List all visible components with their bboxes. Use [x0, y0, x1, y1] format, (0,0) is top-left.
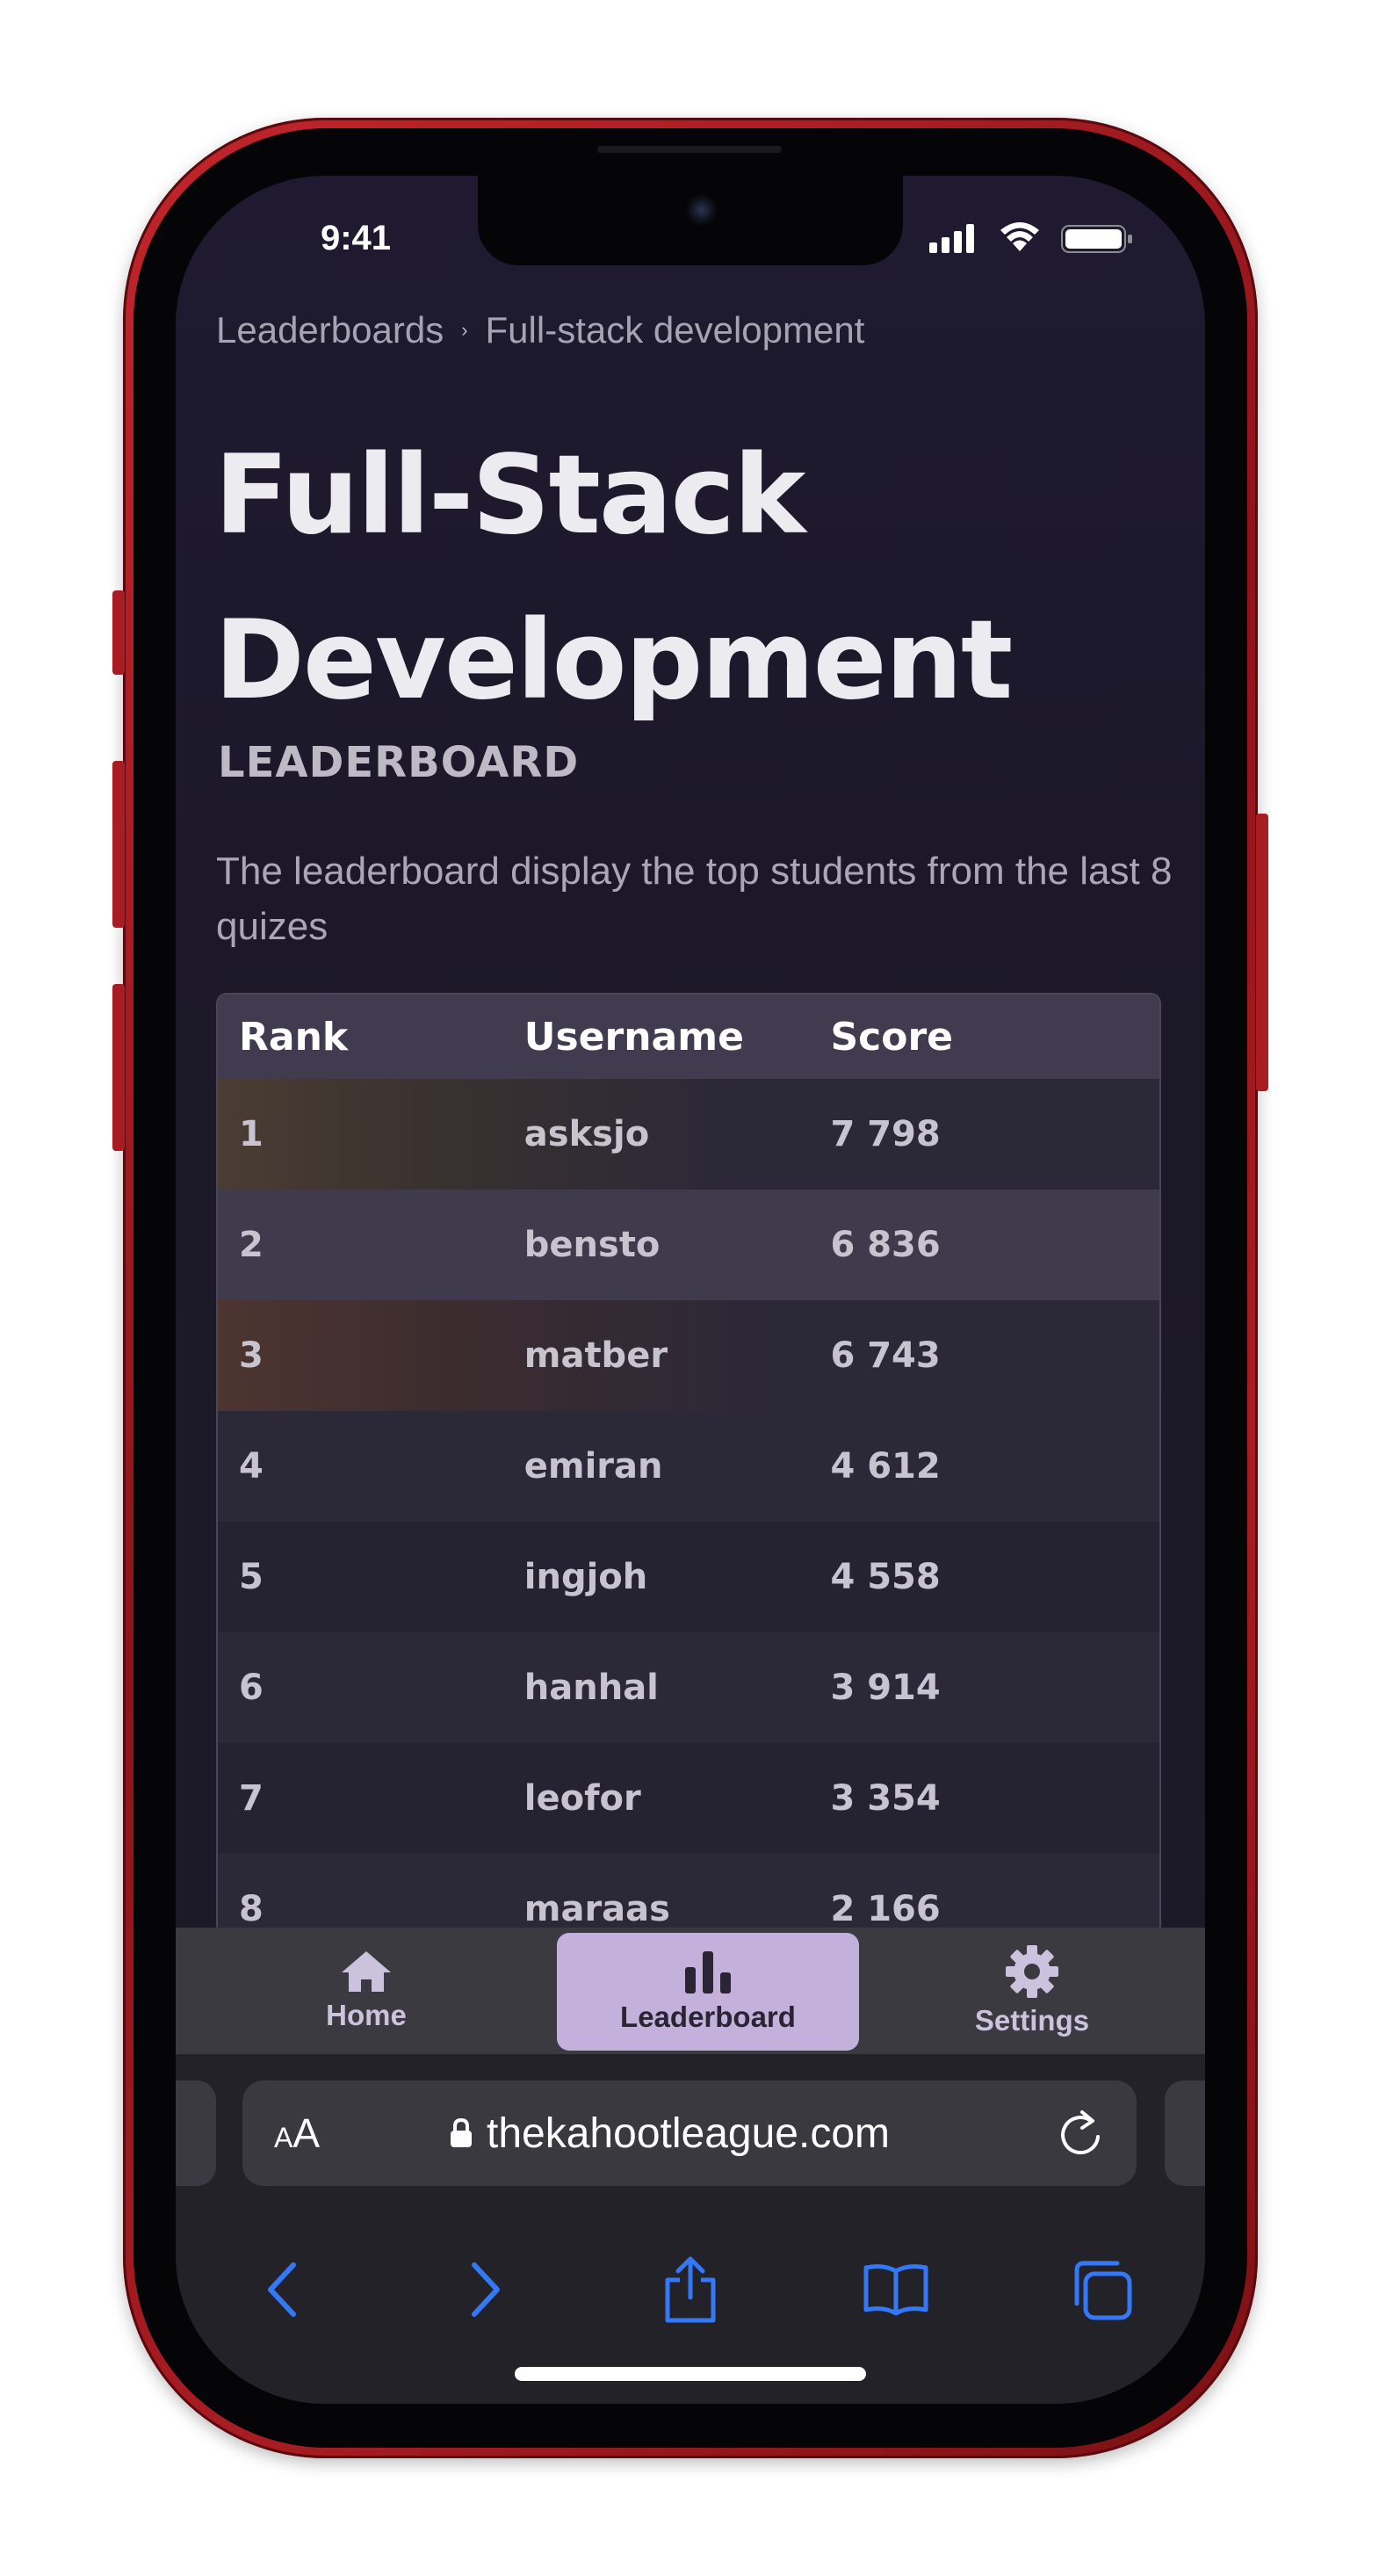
row-username: asksjo	[523, 1114, 650, 1154]
table-header: Rank Username Score	[218, 995, 1159, 1079]
row-rank: 2	[239, 1225, 264, 1265]
row-rank: 4	[239, 1446, 264, 1487]
row-rank: 5	[239, 1557, 264, 1597]
table-row: 6 hanhal 3 914	[218, 1632, 1159, 1743]
tab-leaderboard[interactable]: Leaderboard	[557, 1933, 859, 2051]
share-icon	[665, 2256, 716, 2323]
row-username: hanhal	[523, 1668, 659, 1708]
tab-home-label: Home	[326, 1999, 407, 2031]
text-size-button[interactable]: AA	[274, 2109, 320, 2162]
gear-icon	[1006, 1945, 1058, 1998]
row-score: 3 354	[830, 1778, 941, 1819]
home-indicator	[515, 2367, 866, 2381]
tabs-button[interactable]	[1066, 2254, 1137, 2325]
row-score: 3 914	[830, 1668, 941, 1708]
browser-bar: AA thekahootleague.com	[176, 2054, 1205, 2404]
battery-icon	[1061, 225, 1132, 253]
row-username: bensto	[523, 1225, 661, 1265]
tab-settings-label: Settings	[974, 2004, 1090, 2037]
status-icons	[924, 220, 1144, 257]
row-score: 6 836	[830, 1225, 941, 1265]
wifi-icon	[1000, 222, 1039, 251]
reload-icon[interactable]	[1056, 2107, 1105, 2160]
page-title-line-2: Development	[214, 597, 1013, 724]
url-text: thekahootleague.com	[487, 2109, 890, 2157]
page-title-line-1: Full-Stack	[214, 432, 806, 559]
address-bar[interactable]: AA thekahootleague.com	[242, 2080, 1137, 2186]
column-header-rank: Rank	[239, 1014, 349, 1060]
breadcrumb: Leaderboards › Full-stack development	[216, 306, 864, 355]
back-button[interactable]	[248, 2254, 318, 2325]
tabs-icon	[1074, 2261, 1132, 2320]
page-description: The leaderboard display the top students…	[216, 850, 1173, 948]
table-row: 5 ingjoh 4 558	[218, 1522, 1159, 1632]
row-score: 2 166	[830, 1889, 941, 1929]
front-camera	[685, 193, 718, 227]
share-button[interactable]	[655, 2254, 726, 2325]
chevron-left-icon	[268, 2262, 296, 2317]
url-display[interactable]: thekahootleague.com	[450, 2109, 890, 2158]
silent-switch	[112, 590, 125, 675]
breadcrumb-leaderboards-link[interactable]: Leaderboards	[216, 309, 444, 351]
breadcrumb-current: Full-stack development	[485, 309, 865, 351]
row-username: emiran	[523, 1446, 663, 1487]
table-row: 4 emiran 4 612	[218, 1411, 1159, 1522]
cellular-signal-icon	[929, 223, 978, 253]
row-username: leofor	[523, 1778, 641, 1819]
tab-leaderboard-label: Leaderboard	[620, 2001, 796, 2033]
row-rank: 3	[239, 1335, 264, 1376]
volume-up-button	[112, 761, 125, 928]
book-icon	[863, 2264, 928, 2316]
next-tab-preview[interactable]	[1165, 2080, 1205, 2186]
row-score: 7 798	[830, 1114, 941, 1154]
page-subtitle: LEADERBOARD	[218, 738, 580, 787]
column-header-score: Score	[830, 1014, 953, 1060]
table-row: 2 bensto 6 836	[218, 1190, 1159, 1300]
power-button	[1256, 814, 1268, 1091]
row-username: maraas	[523, 1889, 670, 1929]
breadcrumb-separator-icon: ›	[461, 319, 468, 341]
chevron-right-icon	[472, 2262, 500, 2317]
row-score: 4 558	[830, 1557, 941, 1597]
forward-button[interactable]	[450, 2254, 520, 2325]
bookmarks-button[interactable]	[861, 2254, 931, 2325]
table-row: 1 asksjo 7 798	[218, 1079, 1159, 1190]
row-username: ingjoh	[523, 1557, 648, 1597]
home-icon	[342, 1951, 391, 1992]
row-rank: 6	[239, 1668, 264, 1708]
table-row: 3 matber 6 743	[218, 1300, 1159, 1411]
row-rank: 1	[239, 1114, 264, 1154]
phone-screen: 9:41 Leaderboards › Full-stack developme…	[176, 176, 1205, 2404]
row-score: 4 612	[830, 1446, 941, 1487]
row-rank: 8	[239, 1889, 264, 1929]
lock-icon	[451, 2118, 472, 2147]
tab-settings[interactable]: Settings	[859, 1928, 1205, 2054]
row-rank: 7	[239, 1778, 264, 1819]
row-username: matber	[523, 1335, 668, 1376]
column-header-username: Username	[523, 1014, 744, 1060]
speaker-grille	[597, 146, 782, 153]
page-title: Full-Stack Development	[214, 413, 1180, 743]
text-size-small-glyph: A	[274, 2122, 293, 2153]
bar-chart-icon	[685, 1951, 731, 1994]
table-row: 7 leofor 3 354	[218, 1743, 1159, 1854]
tab-home[interactable]: Home	[176, 1928, 557, 2054]
status-time: 9:41	[320, 219, 392, 257]
text-size-large-glyph: A	[292, 2110, 321, 2156]
row-score: 6 743	[830, 1335, 941, 1376]
volume-down-button	[112, 984, 125, 1151]
bottom-tab-nav: Home Leaderboard Settings	[176, 1928, 1205, 2054]
previous-tab-preview[interactable]	[176, 2080, 216, 2186]
browser-toolbar	[176, 2230, 1205, 2335]
